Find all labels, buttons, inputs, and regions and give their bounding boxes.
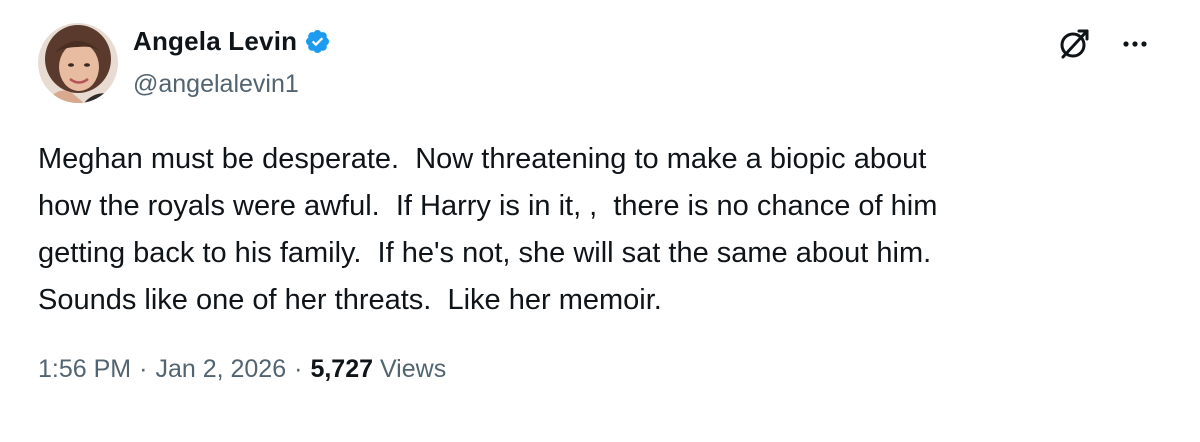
tweet-text-line: how the royals were awful. If Harry is i… <box>38 190 938 222</box>
views-count[interactable]: 5,727 <box>310 355 373 384</box>
meta-separator: · <box>294 355 303 383</box>
grok-icon[interactable] <box>1056 26 1092 62</box>
avatar-photo-icon <box>38 23 118 103</box>
tweet-text-line: getting back to his family. If he's not,… <box>38 237 932 269</box>
tweet-time[interactable]: 1:56 PM <box>38 355 131 384</box>
meta-separator: · <box>139 355 148 383</box>
verified-badge-icon[interactable] <box>304 28 331 55</box>
tweet-body: Meghan must be desperate. Now threatenin… <box>38 136 1158 324</box>
more-options-icon[interactable] <box>1120 29 1150 59</box>
author-display-name[interactable]: Angela Levin <box>133 26 297 57</box>
tweet-card: Angela Levin @angelalevin1 Meghan must b… <box>0 0 1200 442</box>
tweet-date[interactable]: Jan 2, 2026 <box>155 355 286 384</box>
author-avatar[interactable] <box>38 23 118 103</box>
views-label: Views <box>379 355 447 383</box>
tweet-text-line: Sounds like one of her threats. Like her… <box>38 284 662 316</box>
author-handle[interactable]: @angelalevin1 <box>133 70 299 99</box>
author-name-row: Angela Levin <box>133 26 331 57</box>
tweet-top-actions <box>1056 26 1150 62</box>
tweet-meta: 1:56 PM · Jan 2, 2026 · 5,727 Views <box>38 355 446 384</box>
tweet-text-line: Meghan must be desperate. Now threatenin… <box>38 143 927 175</box>
